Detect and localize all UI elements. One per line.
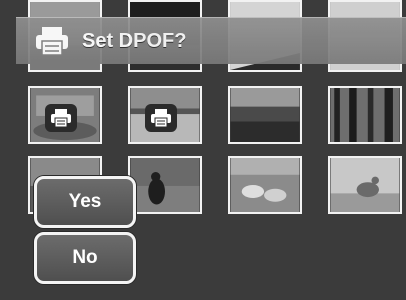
printer-icon	[34, 26, 70, 56]
thumbnail[interactable]	[228, 156, 302, 214]
thumbnail[interactable]	[228, 86, 302, 144]
dpof-printer-icon	[45, 104, 77, 132]
camera-screen: Set DPOF? Yes No	[0, 0, 406, 300]
dialog-banner: Set DPOF?	[16, 17, 406, 64]
thumbnail[interactable]	[328, 156, 402, 214]
thumbnail[interactable]	[328, 86, 402, 144]
thumbnail[interactable]	[128, 156, 202, 214]
dialog-title: Set DPOF?	[82, 29, 187, 52]
dpof-printer-icon	[145, 104, 177, 132]
yes-button[interactable]: Yes	[34, 176, 136, 228]
no-button[interactable]: No	[34, 232, 136, 284]
